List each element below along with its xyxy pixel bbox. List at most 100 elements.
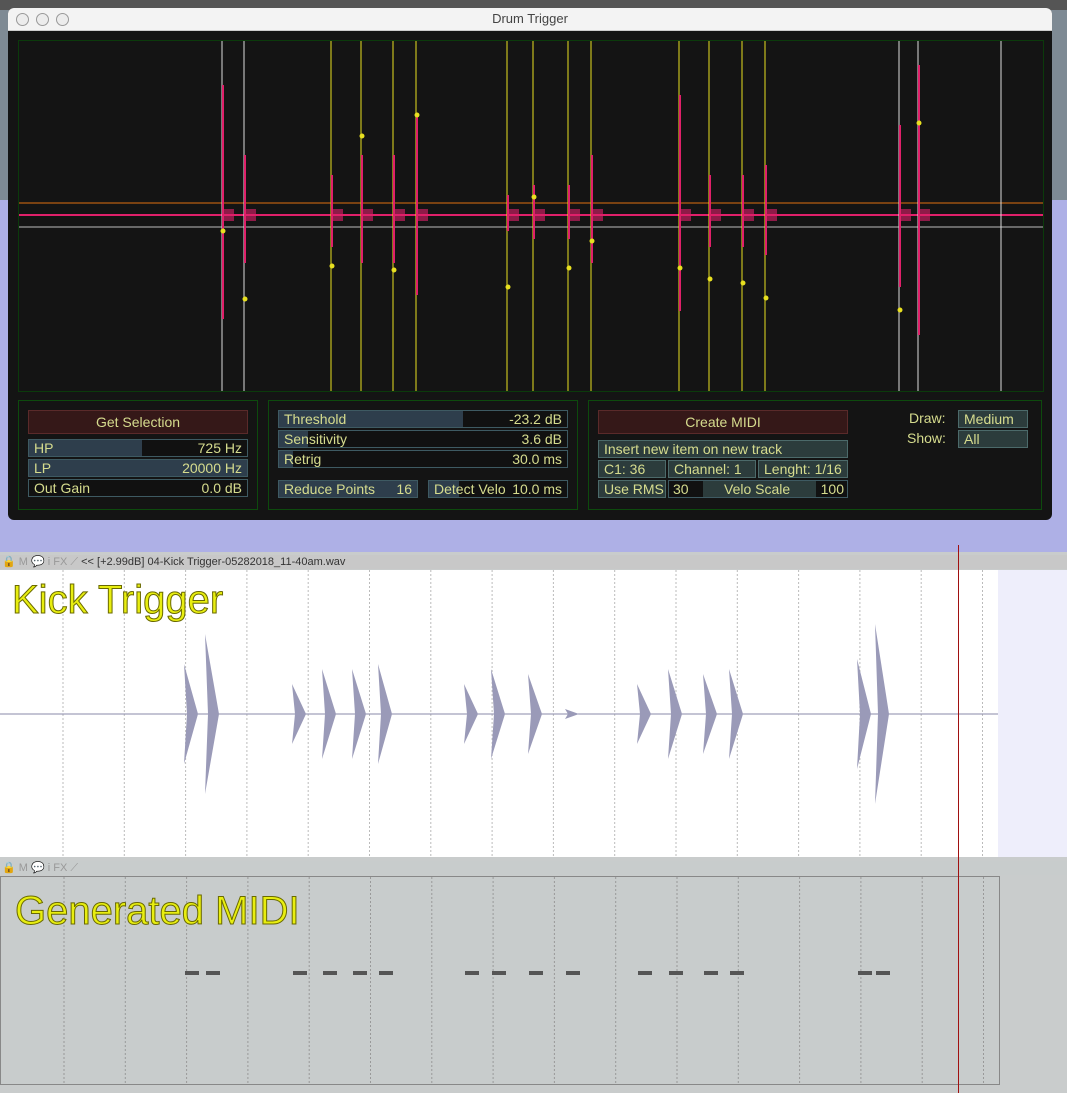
midi-note	[704, 971, 718, 975]
drum-trigger-window: Drum Trigger Get Selection HP 725 Hz LP 20…	[8, 8, 1052, 520]
out-gain-value: 0.0 dB	[201, 480, 242, 496]
generated-midi-item[interactable]: Generated MIDI	[0, 876, 1000, 1085]
transient-tail	[363, 209, 373, 221]
peak-point	[505, 284, 511, 290]
midi-note	[638, 971, 652, 975]
detect-panel: Threshold -23.2 dB Sensitivity 3.6 dB Retr…	[268, 400, 578, 510]
threshold-value: -23.2 dB	[509, 411, 562, 427]
reduce-points-slider[interactable]: Reduce Points 16	[278, 480, 418, 498]
use-rms-toggle[interactable]: Use RMS	[598, 480, 666, 498]
midi-track-icons[interactable]: 🔒 M 💬 i FX ⟋	[2, 862, 78, 874]
sensitivity-label: Sensitivity	[284, 431, 348, 447]
track-icons[interactable]: 🔒 M 💬 i FX ⟋	[2, 556, 78, 568]
midi-note	[465, 971, 479, 975]
transient-tail	[920, 209, 930, 221]
lp-label: LP	[34, 460, 52, 476]
minimize-button[interactable]	[36, 13, 49, 26]
midi-note	[566, 971, 580, 975]
transient-tail	[224, 209, 234, 221]
threshold-label: Threshold	[284, 411, 347, 427]
peak-point	[359, 133, 365, 139]
out-gain-label: Out Gain	[34, 480, 91, 496]
peak-point	[763, 295, 769, 301]
sensitivity-slider[interactable]: Sensitivity 3.6 dB	[278, 430, 568, 448]
peak-point	[414, 112, 420, 118]
detect-velo-value: 10.0 ms	[512, 481, 562, 497]
reduce-points-value: 16	[396, 481, 412, 497]
out-gain-slider[interactable]: Out Gain 0.0 dB	[28, 479, 248, 497]
midi-note	[379, 971, 393, 975]
draw-select[interactable]: Medium	[958, 410, 1028, 428]
midi-note	[529, 971, 543, 975]
midi-note	[876, 971, 890, 975]
midi-note	[492, 971, 506, 975]
hp-label: HP	[34, 440, 54, 456]
midi-note	[185, 971, 199, 975]
show-label: Show:	[907, 430, 946, 446]
transient-tail	[711, 209, 721, 221]
midi-note	[669, 971, 683, 975]
lp-value: 20000 Hz	[182, 460, 242, 476]
threshold-slider[interactable]: Threshold -23.2 dB	[278, 410, 568, 428]
peak-point	[242, 296, 248, 302]
midi-track-label: Generated MIDI	[15, 889, 301, 934]
peak-point	[566, 265, 572, 271]
detect-velo-label: Detect Velo	[434, 481, 506, 497]
velo-max: 100	[816, 481, 847, 497]
peak-point	[329, 263, 335, 269]
get-selection-button[interactable]: Get Selection	[28, 410, 248, 434]
transient-tail	[767, 209, 777, 221]
midi-note	[353, 971, 367, 975]
lp-slider[interactable]: LP 20000 Hz	[28, 459, 248, 477]
waveform-svg	[19, 41, 1043, 391]
velo-scale-range[interactable]: 30 Velo Scale 100	[668, 480, 848, 498]
midi-note	[206, 971, 220, 975]
window-title: Drum Trigger	[492, 11, 568, 26]
transient-tail	[509, 209, 519, 221]
peak-point	[916, 120, 922, 126]
kick-item-name: << [+2.99dB] 04-Kick Trigger-05282018_11…	[81, 556, 346, 568]
hp-value: 725 Hz	[197, 440, 242, 456]
transient-tail	[395, 209, 405, 221]
transient-tail	[681, 209, 691, 221]
peak-point	[391, 267, 397, 273]
peak-point	[677, 265, 683, 271]
kick-track-header[interactable]: 🔒 M 💬 i FX ⟋ << [+2.99dB] 04-Kick Trigge…	[0, 555, 1067, 569]
insert-mode-select[interactable]: Insert new item on new track	[598, 440, 848, 458]
transient-tail	[570, 209, 580, 221]
detect-velo-slider[interactable]: Detect Velo 10.0 ms	[428, 480, 568, 498]
retrig-slider[interactable]: Retrig 30.0 ms	[278, 450, 568, 468]
peak-point	[707, 276, 713, 282]
draw-label: Draw:	[909, 410, 946, 426]
peak-point	[220, 228, 226, 234]
transient-tail	[901, 209, 911, 221]
transient-tail	[593, 209, 603, 221]
midi-track-header[interactable]: 🔒 M 💬 i FX ⟋	[0, 861, 1067, 875]
transient-tail	[333, 209, 343, 221]
sensitivity-value: 3.6 dB	[521, 431, 562, 447]
midi-note	[293, 971, 307, 975]
create-midi-button[interactable]: Create MIDI	[598, 410, 848, 434]
midi-note	[323, 971, 337, 975]
close-button[interactable]	[16, 13, 29, 26]
play-cursor	[958, 545, 959, 1093]
hp-slider[interactable]: HP 725 Hz	[28, 439, 248, 457]
note-select[interactable]: C1: 36	[598, 460, 666, 478]
midi-note	[858, 971, 872, 975]
length-select[interactable]: Lenght: 1/16	[758, 460, 848, 478]
transient-tail	[246, 209, 256, 221]
transient-tail	[744, 209, 754, 221]
kick-trigger-item[interactable]: Kick Trigger	[0, 570, 998, 857]
velo-scale-label: Velo Scale	[724, 481, 791, 497]
waveform-display[interactable]	[18, 40, 1044, 392]
track-area-right	[998, 570, 1067, 857]
channel-select[interactable]: Channel: 1	[668, 460, 756, 478]
transient-tail	[535, 209, 545, 221]
peak-point	[897, 307, 903, 313]
title-bar[interactable]: Drum Trigger	[8, 8, 1052, 31]
reduce-points-label: Reduce Points	[284, 481, 376, 497]
midi-panel: Create MIDI Insert new item on new track…	[588, 400, 1042, 510]
peak-point	[531, 194, 537, 200]
show-select[interactable]: All	[958, 430, 1028, 448]
zoom-button[interactable]	[56, 13, 69, 26]
